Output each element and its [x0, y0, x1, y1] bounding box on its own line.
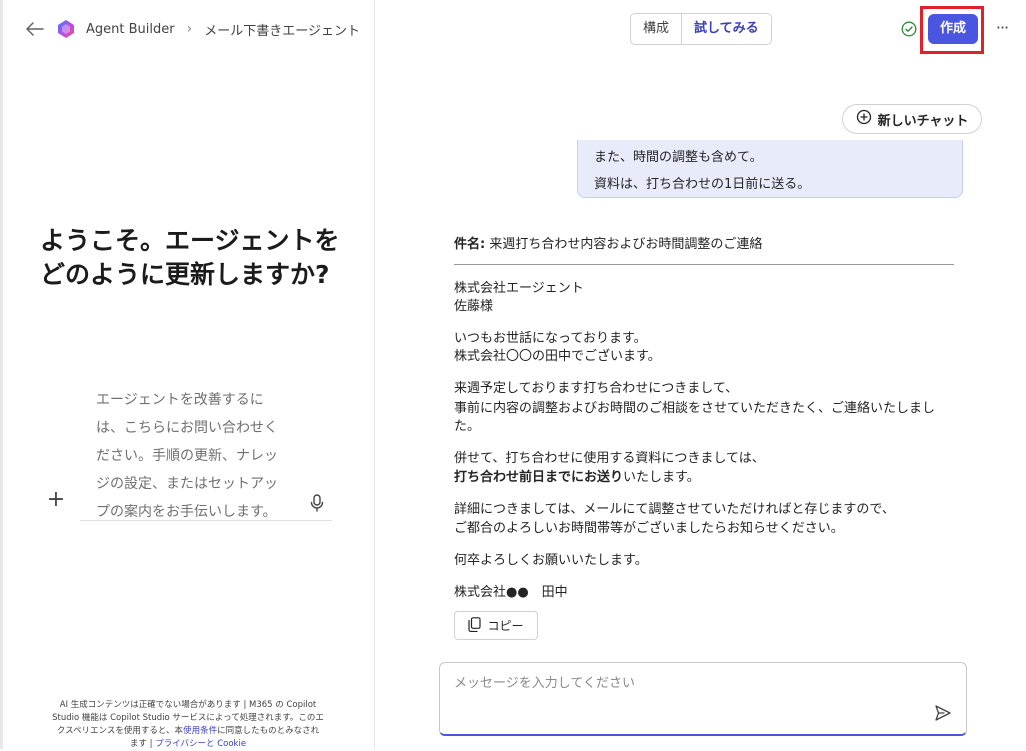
- left-panel: Agent Builder › メール下書きエージェント ようこそ。エージェント…: [0, 0, 375, 749]
- user-message-line: 資料は、打ち合わせの1日前に送る。: [594, 177, 811, 192]
- disclaimer-text: に同意したものとみなされ: [217, 726, 320, 736]
- breadcrumb-app[interactable]: Agent Builder: [86, 22, 175, 37]
- copy-label: コピー: [487, 619, 524, 633]
- tab-configure[interactable]: 構成: [631, 14, 681, 44]
- placeholder-line: は、こちらにお問い合わせく: [96, 420, 278, 436]
- add-icon[interactable]: +: [46, 489, 66, 511]
- more-options-icon[interactable]: ···: [993, 18, 1011, 38]
- disclaimer-line: クスペリエンスを使用すると、本使用条件に同意したものとみなされ: [36, 725, 340, 738]
- response-line: 佐藤様: [454, 299, 494, 314]
- subject-divider: [454, 264, 954, 265]
- response-text: いたします。: [623, 470, 700, 485]
- placeholder-line: エージェントを改善するに: [96, 392, 264, 408]
- new-chat-button[interactable]: 新しいチャット: [842, 104, 982, 134]
- new-chat-icon: [856, 109, 872, 129]
- agent-update-input[interactable]: エージェントを改善するに は、こちらにお問い合わせく ださい。手順の更新、ナレッ…: [80, 380, 332, 521]
- response-line: 来週予定しております打ち合わせにつきまして、: [454, 381, 739, 396]
- saved-check-icon: [901, 21, 917, 37]
- view-tabs: 構成 試してみる: [630, 13, 772, 45]
- terms-link[interactable]: 使用条件: [183, 726, 217, 736]
- response-line: 株式会社エージェント: [454, 281, 584, 296]
- left-edge: [0, 0, 3, 749]
- email-subject: 件名: 来週打ち合わせ内容およびお時間調整のご連絡: [454, 233, 762, 252]
- response-line: 併せて、打ち合わせに使用する資料につきましては、: [454, 451, 765, 466]
- message-input[interactable]: [452, 675, 916, 692]
- response-line: いつもお世話になっております。: [454, 331, 647, 346]
- response-line: 株式会社●● 田中: [454, 585, 568, 600]
- create-button[interactable]: 作成: [928, 14, 978, 44]
- chevron-right-icon: ›: [186, 21, 193, 37]
- agent-update-placeholder: エージェントを改善するに は、こちらにお問い合わせく ださい。手順の更新、ナレッ…: [96, 386, 294, 526]
- response-line: 打ち合わせ前日までにお送りいたします。: [454, 469, 700, 487]
- microphone-icon[interactable]: [304, 490, 330, 516]
- placeholder-line: プの案内をお手伝いします。: [96, 504, 277, 520]
- breadcrumb: Agent Builder › メール下書きエージェント: [24, 14, 360, 44]
- welcome-title: ようこそ。エージェントをどのように更新しますか?: [40, 226, 340, 289]
- response-line: 何卒よろしくお願いいたします。: [454, 553, 648, 568]
- disclaimer: AI 生成コンテンツは正確でない場合があります | M365 の Copilot…: [36, 699, 340, 751]
- response-line: 詳細につきましては、メールにて調整させていただければと存じますので、: [454, 502, 895, 517]
- tab-try[interactable]: 試してみる: [681, 14, 771, 44]
- placeholder-line: ださい。手順の更新、ナレッ: [96, 448, 278, 464]
- disclaimer-line: ます | プライバシーと Cookie: [36, 738, 340, 751]
- back-arrow-icon[interactable]: [24, 18, 46, 40]
- subject-text: 来週打ち合わせ内容およびお時間調整のご連絡: [489, 237, 763, 252]
- response-line: た。: [454, 419, 481, 434]
- disclaimer-text: クスペリエンスを使用すると、本: [56, 726, 184, 736]
- user-message-line: また、時間の調整も含めて。: [594, 150, 763, 165]
- disclaimer-line: Studio 機能は Copilot Studio サービスによって処理されます…: [52, 713, 324, 723]
- response-bold-text: 打ち合わせ前日までにお送り: [454, 470, 624, 485]
- message-composer: [439, 662, 967, 736]
- user-message-bubble: また、時間の調整も含めて。 資料は、打ち合わせの1日前に送る。: [577, 140, 963, 198]
- response-line: 事前に内容の調整およびお時間のご相談をさせていただきたく、ご連絡いたしまし: [454, 401, 936, 416]
- placeholder-line: ジの設定、またはセットアッ: [96, 476, 278, 492]
- copy-icon: [468, 616, 482, 635]
- privacy-link[interactable]: プライバシーと Cookie: [155, 739, 246, 749]
- disclaimer-line: AI 生成コンテンツは正確でない場合があります | M365 の Copilot: [59, 700, 317, 710]
- breadcrumb-agent: メール下書きエージェント: [204, 23, 360, 39]
- subject-label: 件名:: [454, 237, 486, 252]
- response-line: ご都合のよろしいお時間帯等がございましたらお知らせください。: [454, 521, 844, 536]
- copilot-logo-icon: [56, 19, 76, 39]
- response-line: 株式会社〇〇の田中でございます。: [454, 349, 661, 364]
- copy-button[interactable]: コピー: [454, 611, 538, 640]
- disclaimer-text: ます |: [129, 739, 156, 749]
- new-chat-label: 新しいチャット: [877, 113, 969, 129]
- send-icon[interactable]: [934, 704, 952, 722]
